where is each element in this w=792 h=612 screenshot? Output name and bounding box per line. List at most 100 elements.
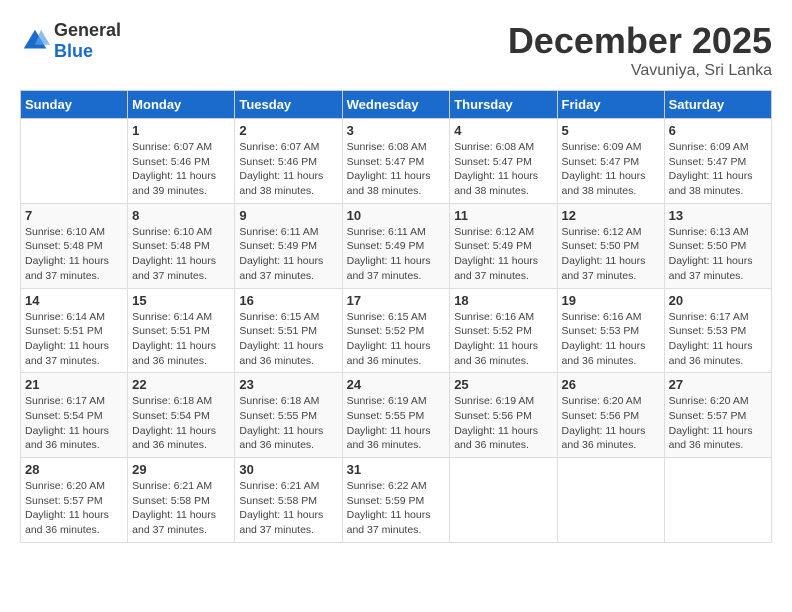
day-number: 20: [669, 293, 767, 308]
daylight-text: Daylight: 11 hours and 37 minutes.: [25, 340, 109, 367]
calendar-day-cell: 7 Sunrise: 6:10 AM Sunset: 5:48 PM Dayli…: [21, 203, 128, 288]
day-number: 21: [25, 377, 123, 392]
daylight-text: Daylight: 11 hours and 38 minutes.: [669, 170, 753, 197]
sunset-text: Sunset: 5:46 PM: [239, 156, 317, 168]
day-info: Sunrise: 6:14 AM Sunset: 5:51 PM Dayligh…: [25, 310, 123, 369]
sunset-text: Sunset: 5:47 PM: [454, 156, 532, 168]
logo-general: General: [54, 20, 121, 40]
calendar-day-cell: 4 Sunrise: 6:08 AM Sunset: 5:47 PM Dayli…: [450, 119, 557, 204]
daylight-text: Daylight: 11 hours and 36 minutes.: [132, 425, 216, 452]
sunrise-text: Sunrise: 6:20 AM: [25, 480, 105, 492]
day-info: Sunrise: 6:11 AM Sunset: 5:49 PM Dayligh…: [239, 225, 337, 284]
day-info: Sunrise: 6:07 AM Sunset: 5:46 PM Dayligh…: [132, 140, 230, 199]
calendar-day-cell: 2 Sunrise: 6:07 AM Sunset: 5:46 PM Dayli…: [235, 119, 342, 204]
sunset-text: Sunset: 5:47 PM: [347, 156, 425, 168]
weekday-header: Thursday: [450, 91, 557, 119]
day-number: 30: [239, 462, 337, 477]
sunset-text: Sunset: 5:57 PM: [669, 410, 747, 422]
sunrise-text: Sunrise: 6:15 AM: [347, 311, 427, 323]
calendar-day-cell: 6 Sunrise: 6:09 AM Sunset: 5:47 PM Dayli…: [664, 119, 771, 204]
calendar-day-cell: [664, 458, 771, 543]
calendar-day-cell: 13 Sunrise: 6:13 AM Sunset: 5:50 PM Dayl…: [664, 203, 771, 288]
sunrise-text: Sunrise: 6:17 AM: [25, 395, 105, 407]
day-info: Sunrise: 6:15 AM Sunset: 5:52 PM Dayligh…: [347, 310, 446, 369]
sunrise-text: Sunrise: 6:14 AM: [132, 311, 212, 323]
daylight-text: Daylight: 11 hours and 36 minutes.: [347, 340, 431, 367]
sunrise-text: Sunrise: 6:18 AM: [132, 395, 212, 407]
calendar-day-cell: 3 Sunrise: 6:08 AM Sunset: 5:47 PM Dayli…: [342, 119, 450, 204]
day-number: 16: [239, 293, 337, 308]
sunset-text: Sunset: 5:52 PM: [454, 325, 532, 337]
sunrise-text: Sunrise: 6:10 AM: [25, 226, 105, 238]
calendar-day-cell: 12 Sunrise: 6:12 AM Sunset: 5:50 PM Dayl…: [557, 203, 664, 288]
sunrise-text: Sunrise: 6:19 AM: [347, 395, 427, 407]
calendar-day-cell: 14 Sunrise: 6:14 AM Sunset: 5:51 PM Dayl…: [21, 288, 128, 373]
month-title: December 2025: [508, 20, 772, 62]
day-info: Sunrise: 6:09 AM Sunset: 5:47 PM Dayligh…: [669, 140, 767, 199]
day-info: Sunrise: 6:17 AM Sunset: 5:54 PM Dayligh…: [25, 394, 123, 453]
daylight-text: Daylight: 11 hours and 36 minutes.: [132, 340, 216, 367]
daylight-text: Daylight: 11 hours and 36 minutes.: [347, 425, 431, 452]
sunrise-text: Sunrise: 6:13 AM: [669, 226, 749, 238]
calendar-day-cell: 5 Sunrise: 6:09 AM Sunset: 5:47 PM Dayli…: [557, 119, 664, 204]
calendar-day-cell: 23 Sunrise: 6:18 AM Sunset: 5:55 PM Dayl…: [235, 373, 342, 458]
calendar-day-cell: 24 Sunrise: 6:19 AM Sunset: 5:55 PM Dayl…: [342, 373, 450, 458]
day-info: Sunrise: 6:20 AM Sunset: 5:56 PM Dayligh…: [562, 394, 660, 453]
sunset-text: Sunset: 5:49 PM: [239, 240, 317, 252]
sunset-text: Sunset: 5:51 PM: [132, 325, 210, 337]
sunrise-text: Sunrise: 6:15 AM: [239, 311, 319, 323]
calendar-week-row: 28 Sunrise: 6:20 AM Sunset: 5:57 PM Dayl…: [21, 458, 772, 543]
sunrise-text: Sunrise: 6:11 AM: [347, 226, 426, 238]
day-number: 6: [669, 123, 767, 138]
calendar-day-cell: [21, 119, 128, 204]
calendar-day-cell: 9 Sunrise: 6:11 AM Sunset: 5:49 PM Dayli…: [235, 203, 342, 288]
sunset-text: Sunset: 5:57 PM: [25, 495, 103, 507]
day-info: Sunrise: 6:09 AM Sunset: 5:47 PM Dayligh…: [562, 140, 660, 199]
daylight-text: Daylight: 11 hours and 36 minutes.: [239, 425, 323, 452]
sunset-text: Sunset: 5:52 PM: [347, 325, 425, 337]
day-info: Sunrise: 6:19 AM Sunset: 5:56 PM Dayligh…: [454, 394, 552, 453]
sunset-text: Sunset: 5:58 PM: [132, 495, 210, 507]
sunrise-text: Sunrise: 6:17 AM: [669, 311, 749, 323]
calendar-day-cell: 15 Sunrise: 6:14 AM Sunset: 5:51 PM Dayl…: [128, 288, 235, 373]
sunrise-text: Sunrise: 6:20 AM: [669, 395, 749, 407]
sunset-text: Sunset: 5:56 PM: [454, 410, 532, 422]
day-number: 8: [132, 208, 230, 223]
daylight-text: Daylight: 11 hours and 36 minutes.: [25, 509, 109, 536]
calendar-day-cell: 28 Sunrise: 6:20 AM Sunset: 5:57 PM Dayl…: [21, 458, 128, 543]
calendar-day-cell: 31 Sunrise: 6:22 AM Sunset: 5:59 PM Dayl…: [342, 458, 450, 543]
page-header: General Blue December 2025 Vavuniya, Sri…: [20, 20, 772, 80]
sunset-text: Sunset: 5:51 PM: [239, 325, 317, 337]
day-number: 18: [454, 293, 552, 308]
sunset-text: Sunset: 5:56 PM: [562, 410, 640, 422]
sunset-text: Sunset: 5:47 PM: [669, 156, 747, 168]
sunset-text: Sunset: 5:47 PM: [562, 156, 640, 168]
daylight-text: Daylight: 11 hours and 36 minutes.: [454, 340, 538, 367]
sunset-text: Sunset: 5:51 PM: [25, 325, 103, 337]
day-number: 22: [132, 377, 230, 392]
sunrise-text: Sunrise: 6:22 AM: [347, 480, 427, 492]
day-info: Sunrise: 6:10 AM Sunset: 5:48 PM Dayligh…: [25, 225, 123, 284]
day-number: 2: [239, 123, 337, 138]
daylight-text: Daylight: 11 hours and 38 minutes.: [239, 170, 323, 197]
calendar-day-cell: 21 Sunrise: 6:17 AM Sunset: 5:54 PM Dayl…: [21, 373, 128, 458]
day-number: 27: [669, 377, 767, 392]
day-info: Sunrise: 6:08 AM Sunset: 5:47 PM Dayligh…: [454, 140, 552, 199]
calendar-week-row: 21 Sunrise: 6:17 AM Sunset: 5:54 PM Dayl…: [21, 373, 772, 458]
day-info: Sunrise: 6:18 AM Sunset: 5:55 PM Dayligh…: [239, 394, 337, 453]
sunrise-text: Sunrise: 6:09 AM: [669, 141, 749, 153]
calendar-day-cell: 16 Sunrise: 6:15 AM Sunset: 5:51 PM Dayl…: [235, 288, 342, 373]
sunset-text: Sunset: 5:59 PM: [347, 495, 425, 507]
calendar-day-cell: [557, 458, 664, 543]
day-number: 19: [562, 293, 660, 308]
daylight-text: Daylight: 11 hours and 37 minutes.: [562, 255, 646, 282]
calendar-day-cell: 10 Sunrise: 6:11 AM Sunset: 5:49 PM Dayl…: [342, 203, 450, 288]
sunrise-text: Sunrise: 6:19 AM: [454, 395, 534, 407]
sunset-text: Sunset: 5:49 PM: [347, 240, 425, 252]
calendar-day-cell: 25 Sunrise: 6:19 AM Sunset: 5:56 PM Dayl…: [450, 373, 557, 458]
daylight-text: Daylight: 11 hours and 36 minutes.: [669, 340, 753, 367]
day-info: Sunrise: 6:16 AM Sunset: 5:53 PM Dayligh…: [562, 310, 660, 369]
day-number: 1: [132, 123, 230, 138]
calendar-table: SundayMondayTuesdayWednesdayThursdayFrid…: [20, 90, 772, 543]
daylight-text: Daylight: 11 hours and 36 minutes.: [669, 425, 753, 452]
